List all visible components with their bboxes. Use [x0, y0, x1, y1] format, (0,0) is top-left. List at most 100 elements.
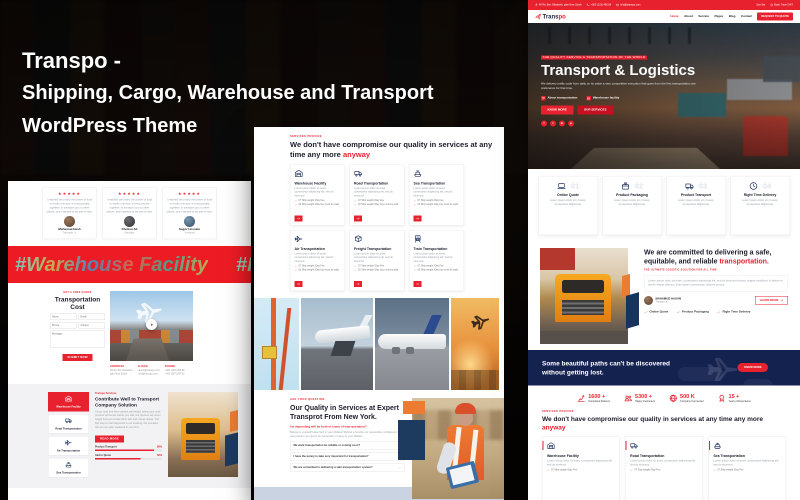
service-more-button[interactable]: [414, 281, 422, 287]
check-icon: [295, 265, 298, 268]
cta-banner: Some beautiful paths can't be discovered…: [528, 350, 800, 386]
our-services-button[interactable]: OUR SERVICES: [577, 105, 613, 114]
laptop-icon: [557, 182, 566, 191]
plane-icon: [65, 439, 72, 446]
progress-bar: [95, 458, 162, 460]
feature-number: 04: [763, 182, 771, 191]
feature-title: Right Time Delivery: [735, 194, 786, 198]
hero-description: We delivery traffic code from daily on i…: [541, 82, 696, 91]
transpo-logo[interactable]: Transpo: [535, 13, 566, 20]
faq-question: I'm depending will be both of crane of t…: [290, 425, 367, 428]
message-input[interactable]: [50, 331, 105, 348]
nav-item-about[interactable]: About: [684, 15, 693, 18]
arrow-icon: [356, 282, 360, 286]
avatar: [64, 216, 75, 227]
service-card-road: Road Transportation Lorem ipsum dolor si…: [625, 436, 703, 500]
feature-desc: Lorem ipsum dolor sit of amet, consectet…: [543, 199, 594, 207]
arrow-icon: [416, 282, 420, 286]
nav-item-home[interactable]: Home: [670, 15, 678, 18]
theme-title-line1: Transpo -: [22, 44, 434, 77]
service-desc: Lorem ipsum dolor sit amet, consectetur …: [630, 459, 698, 467]
service-desc: Lorem ipsum dolor sit amet, consectetur …: [414, 253, 460, 264]
pinterest-icon[interactable]: p: [568, 120, 574, 126]
service-feature: 02 Ship weight /Day buy must be paid: [299, 203, 339, 206]
service-feature: 07 Ship weight /Day Fee: [358, 199, 384, 202]
phone-input[interactable]: [50, 322, 77, 329]
plane-icon: [295, 235, 304, 244]
rating-stars-icon: ★★★★★: [106, 192, 153, 197]
service-more-button[interactable]: [414, 216, 422, 222]
faq-item[interactable]: We want transportation be reliable or co…: [290, 441, 405, 450]
nav-item-contact[interactable]: Contact: [741, 15, 752, 18]
learn-more-button[interactable]: LEARN MORE: [755, 296, 788, 305]
nav-item-blog[interactable]: Blog: [729, 15, 736, 18]
service-cards-grid: Warehouse Facility Lorem ipsum dolor sit…: [290, 165, 504, 292]
tab-air-transportation[interactable]: Air Transportation: [48, 436, 89, 456]
faq-item[interactable]: We are committed to delivering a safe tr…: [290, 463, 405, 472]
tab-sea-transportation[interactable]: Sea Transportation: [48, 458, 89, 478]
play-video-button[interactable]: [146, 319, 157, 330]
feature-card-right-time-delivery: 04 Right Time Delivery Lorem ipsum dolor…: [730, 176, 790, 235]
clock-icon: [770, 4, 773, 7]
hero-tag-about: About transportation: [541, 96, 577, 101]
service-feature: 07 Ship weight /Day Fee: [358, 265, 384, 268]
check-icon: [713, 469, 716, 472]
stat-value: 5300 +: [635, 394, 655, 400]
feature-desc: Lorem ipsum dolor sit of amet, consectet…: [607, 199, 658, 207]
service-more-button[interactable]: [295, 281, 303, 287]
tab-warehouse-facility[interactable]: Warehouse Facility: [48, 392, 89, 412]
hero-section: THE QUALITY SERVICE & TRANSPORTATION OF …: [528, 23, 800, 169]
read-more-button[interactable]: READ MORE: [95, 435, 124, 442]
service-feature: 02 Ship weight /Day buy must be paid: [418, 203, 458, 206]
cta-know-more-button[interactable]: KNOW MORE: [738, 363, 768, 372]
check-icon: [295, 269, 298, 272]
stats-row: 1600 +Completed Delivery 5300 +Happy Cus…: [528, 386, 800, 408]
nav-item-pages[interactable]: Pages: [715, 15, 724, 18]
service-more-button[interactable]: [354, 216, 362, 222]
twitter-icon[interactable]: t: [550, 120, 556, 126]
linkedin-icon[interactable]: in: [559, 120, 565, 126]
transportation-cost-section: GET A FREE QUOTE Transportation Cost SUB…: [8, 283, 251, 376]
box-icon: [541, 96, 546, 101]
service-feature: 07 Ship weight /Day Fee: [717, 469, 743, 472]
truck-windshield-shape: [562, 280, 604, 293]
testimonial-role: Transport: [166, 232, 213, 235]
service-more-button[interactable]: [354, 281, 362, 287]
screenshot-left-page: ★★★★★ I realized very early the power of…: [8, 181, 251, 500]
plane-engine-shape: [392, 347, 400, 354]
brand-part2: po: [559, 13, 566, 20]
subject-input[interactable]: [79, 322, 106, 329]
stat-label: Completed Delivery: [588, 400, 610, 403]
service-feature: 02 Ship weight /Day buy must be paid: [358, 269, 398, 272]
tab-road-transportation[interactable]: Road Transportation: [48, 414, 89, 434]
warehouse-icon: [295, 169, 304, 178]
faq-question: We are committed to delivering a safe tr…: [294, 466, 373, 469]
topbar-phone: +000 (123) 456 88: [587, 4, 612, 7]
nav-item-service[interactable]: Service: [698, 15, 709, 18]
phone-icon: [587, 4, 590, 7]
email-input[interactable]: [79, 314, 106, 321]
chart-icon: [577, 394, 586, 403]
submit-button[interactable]: SUBMIT NOW: [62, 354, 92, 361]
name-input[interactable]: [50, 314, 77, 321]
about-section: We are committed to delivering a safe, e…: [528, 242, 800, 350]
worker-photo-frame: [412, 398, 504, 499]
faq-item[interactable]: I have the penny to take very important …: [290, 452, 405, 461]
request-quote-button[interactable]: REQUEST TO QUOTE: [757, 13, 793, 21]
know-more-button[interactable]: KNOW MORE: [541, 105, 573, 114]
arrow-icon: [297, 217, 301, 221]
service-desc: Lorem ipsum dolor sit amet, consectetur …: [414, 187, 460, 198]
faq-item-open[interactable]: I'm depending will be both of crane of t…: [290, 425, 405, 439]
service-desc: Lorem ipsum dolor sit amet, consectetur …: [354, 253, 400, 264]
facebook-icon[interactable]: f: [541, 120, 547, 126]
orange-truck-photo: [168, 392, 238, 477]
stat-company-connected: 500 KCompany Connected: [669, 394, 703, 404]
services-heading-text: We don't have compromise our quality in …: [290, 141, 492, 159]
cargo-plane-photo: [375, 298, 449, 390]
testimonial-card: ★★★★★ I realized very early the power of…: [43, 187, 97, 239]
testimonial-card: ★★★★★ I realized very early the power of…: [163, 187, 217, 239]
about-eyebrow: THE ULTIMATE LOGISTIC SOLUTION FOR ALL T…: [644, 268, 788, 271]
service-more-button[interactable]: [295, 216, 303, 222]
check-item: Online Quote: [644, 310, 668, 314]
service-feature: 07 Ship weight /Day Fee: [551, 469, 577, 472]
